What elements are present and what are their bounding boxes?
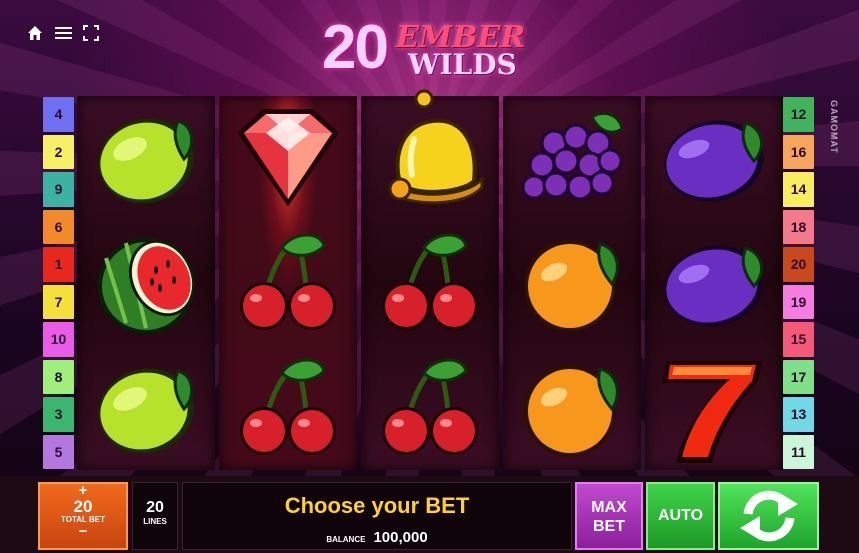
orange-symbol: [503, 221, 641, 346]
plum-icon: [664, 120, 764, 202]
payline-left-4: 4: [43, 97, 74, 132]
payline-indicators-right: 12 16 14 18 20 19 15 17 13 11: [783, 97, 814, 469]
orange-icon: [524, 240, 619, 332]
bet-plus-button[interactable]: +: [40, 483, 126, 498]
total-bet-value: 20: [73, 497, 93, 516]
auto-label: AUTO: [657, 507, 704, 524]
brand-label: GAMOMAT: [829, 100, 839, 154]
max-bet-button[interactable]: MAX BET: [575, 482, 643, 550]
cherry-icon: [240, 233, 336, 330]
cherry-icon: [382, 233, 478, 330]
lines-display: 20 LINES: [132, 482, 178, 550]
cherry-icon: [240, 358, 336, 455]
payline-indicators-left: 4 2 9 6 1 7 10 8 3 5: [43, 97, 74, 469]
payline-right-14: 14: [783, 172, 814, 207]
home-icon[interactable]: [26, 24, 44, 42]
payline-right-17: 17: [783, 359, 814, 394]
message-panel: Choose your BET BALANCE 100,000: [182, 482, 572, 550]
total-bet-control[interactable]: + 20 TOTAL BET −: [38, 482, 128, 550]
orange-symbol: [503, 345, 641, 470]
auto-button[interactable]: AUTO: [646, 482, 715, 550]
diamond-symbol: [219, 96, 357, 221]
balance-display: BALANCE 100,000: [183, 529, 571, 546]
reel-5: [645, 96, 783, 470]
payline-left-10: 10: [43, 322, 74, 357]
reel-1: [77, 96, 215, 470]
payline-right-18: 18: [783, 209, 814, 244]
reel-4: [503, 96, 641, 470]
logo-word-wilds: WILDS: [408, 48, 517, 81]
max-bet-label-line1: MAX: [591, 499, 627, 516]
payline-left-2: 2: [43, 134, 74, 169]
spin-icon: [739, 490, 798, 542]
reel-2: [219, 96, 357, 470]
payline-left-8: 8: [43, 359, 74, 394]
payline-right-12: 12: [783, 97, 814, 132]
spin-button[interactable]: [718, 482, 819, 550]
seven-symbol: [645, 345, 783, 470]
lime-symbol: [77, 96, 215, 221]
plum-symbol: [645, 96, 783, 221]
payline-left-5: 5: [43, 434, 74, 469]
cherry-icon: [382, 358, 478, 455]
payline-right-16: 16: [783, 134, 814, 169]
payline-left-3: 3: [43, 397, 74, 432]
cherry-symbol: [219, 221, 357, 346]
diamond-icon: [237, 109, 339, 207]
bell-symbol: [361, 89, 499, 221]
cherry-symbol: [361, 221, 499, 346]
lines-value: 20: [146, 499, 164, 516]
payline-right-11: 11: [783, 434, 814, 469]
bet-minus-button[interactable]: −: [40, 524, 126, 539]
balance-value: 100,000: [373, 529, 428, 546]
payline-left-6: 6: [43, 209, 74, 244]
max-bet-label-line2: BET: [593, 518, 625, 535]
grapes-symbol: [503, 96, 641, 221]
lime-icon: [98, 368, 194, 454]
lime-icon: [98, 118, 194, 204]
top-toolbar: [26, 24, 100, 42]
grapes-icon: [521, 112, 624, 201]
lime-symbol: [77, 345, 215, 470]
payline-left-1: 1: [43, 247, 74, 282]
plum-symbol: [645, 221, 783, 346]
payline-left-7: 7: [43, 284, 74, 319]
logo-number: 20: [322, 13, 389, 82]
payline-right-20: 20: [783, 247, 814, 282]
cherry-symbol: [219, 345, 357, 470]
seven-icon: [662, 360, 762, 463]
menu-icon[interactable]: [54, 24, 72, 42]
plum-icon: [664, 245, 764, 327]
payline-right-19: 19: [783, 284, 814, 319]
payline-right-13: 13: [783, 397, 814, 432]
balance-label: BALANCE: [326, 535, 366, 544]
reel-grid: [77, 89, 783, 470]
cherry-symbol: [361, 345, 499, 470]
lines-label: LINES: [143, 517, 167, 526]
payline-right-15: 15: [783, 322, 814, 357]
reel-3: [361, 89, 499, 470]
watermelon-icon: [98, 238, 196, 334]
fullscreen-icon[interactable]: [82, 24, 100, 42]
watermelon-symbol: [77, 221, 215, 346]
payline-left-9: 9: [43, 172, 74, 207]
orange-icon: [524, 364, 619, 457]
bell-icon: [388, 89, 484, 205]
game-logo: 20 EMBER WILDS: [318, 10, 538, 82]
bet-prompt: Choose your BET: [284, 493, 470, 518]
